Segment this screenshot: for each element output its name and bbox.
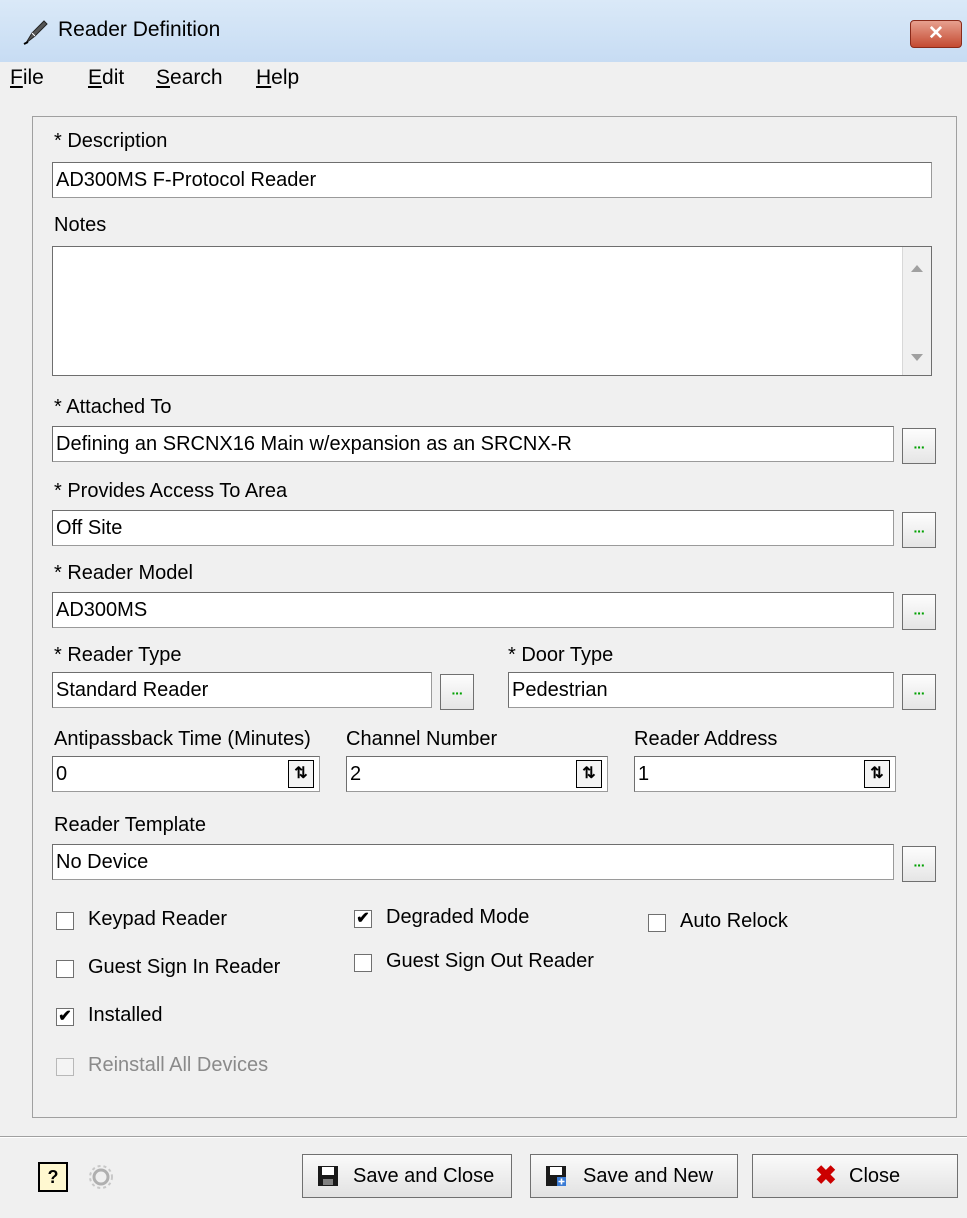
reader-model-browse-button[interactable]: ···	[902, 594, 936, 630]
description-label: * Description	[54, 130, 168, 152]
checkbox-label: Guest Sign In Reader	[88, 956, 281, 978]
reader-type-label: * Reader Type	[54, 644, 182, 666]
checkbox-label: Degraded Mode	[386, 906, 530, 928]
scroll-down-icon[interactable]	[911, 354, 923, 361]
antipassback-spinner[interactable]: ⇅	[288, 760, 314, 788]
reader-definition-window: Reader Definition ✕ File Edit Search Hel…	[0, 0, 967, 1218]
close-icon: ✕	[928, 23, 944, 44]
area-browse-button[interactable]: ···	[902, 512, 936, 548]
scroll-up-icon[interactable]	[911, 265, 923, 272]
area-input[interactable]: Off Site	[52, 510, 894, 546]
menu-file[interactable]: File	[10, 66, 44, 90]
reader-address-input[interactable]: 1	[634, 756, 896, 792]
gear-icon	[89, 1165, 113, 1189]
antipassback-input[interactable]: 0	[52, 756, 320, 792]
attached-to-input[interactable]: Defining an SRCNX16 Main w/expansion as …	[52, 426, 894, 462]
checkbox-box[interactable]	[56, 960, 74, 978]
door-type-input[interactable]: Pedestrian	[508, 672, 894, 708]
checkbox-label: Guest Sign Out Reader	[386, 950, 594, 972]
notes-label: Notes	[54, 214, 107, 236]
menu-help[interactable]: Help	[256, 66, 299, 90]
menu-bar: File Edit Search Help	[0, 62, 967, 100]
checkbox-box[interactable]: ✔	[354, 910, 372, 928]
notes-textarea[interactable]	[52, 246, 932, 376]
save-and-close-label: Save and Close	[353, 1165, 495, 1187]
door-type-label: * Door Type	[508, 644, 614, 666]
channel-number-label: Channel Number	[346, 728, 498, 750]
help-button[interactable]: ?	[38, 1162, 68, 1192]
reader-address-label: Reader Address	[634, 728, 778, 750]
quill-pen-icon	[23, 20, 48, 45]
title-bar: Reader Definition ✕	[0, 0, 967, 62]
checkbox-box[interactable]	[354, 954, 372, 972]
footer-divider	[0, 1136, 967, 1138]
reader-template-input[interactable]: No Device	[52, 844, 894, 880]
checkbox-box	[56, 1058, 74, 1076]
channel-number-input[interactable]: 2	[346, 756, 608, 792]
reader-address-spinner[interactable]: ⇅	[864, 760, 890, 788]
save-and-new-button[interactable]: Save and New	[530, 1154, 738, 1198]
menu-edit[interactable]: Edit	[88, 66, 124, 90]
checkbox-label: Installed	[88, 1004, 163, 1026]
reader-model-input[interactable]: AD300MS	[52, 592, 894, 628]
door-type-browse-button[interactable]: ···	[902, 674, 936, 710]
reader-type-browse-button[interactable]: ···	[440, 674, 474, 710]
reader-type-input[interactable]: Standard Reader	[52, 672, 432, 708]
channel-number-spinner[interactable]: ⇅	[576, 760, 602, 788]
attached-to-label: * Attached To	[54, 396, 172, 418]
close-button[interactable]: ✖ Close	[752, 1154, 958, 1198]
spin-arrows-icon: ⇅	[294, 765, 308, 782]
reader-template-label: Reader Template	[54, 814, 206, 836]
checkbox-box[interactable]	[56, 912, 74, 930]
close-label: Close	[849, 1165, 901, 1187]
menu-search[interactable]: Search	[156, 66, 223, 90]
checkbox-box[interactable]: ✔	[56, 1008, 74, 1026]
attached-to-browse-button[interactable]: ···	[902, 428, 936, 464]
area-label: * Provides Access To Area	[54, 480, 288, 502]
reader-model-label: * Reader Model	[54, 562, 193, 584]
notes-scrollbar[interactable]	[902, 247, 931, 375]
window-title: Reader Definition	[58, 18, 221, 41]
spin-arrows-icon: ⇅	[582, 765, 596, 782]
red-x-icon: ✖	[815, 1160, 837, 1190]
floppy-disk-icon	[318, 1166, 338, 1186]
antipassback-label: Antipassback Time (Minutes)	[54, 728, 311, 750]
checkbox-box[interactable]	[648, 914, 666, 932]
checkbox-label: Reinstall All Devices	[88, 1054, 269, 1076]
checkbox-label: Auto Relock	[680, 910, 788, 932]
spin-arrows-icon: ⇅	[870, 765, 884, 782]
save-and-close-button[interactable]: Save and Close	[302, 1154, 512, 1198]
reader-template-browse-button[interactable]: ···	[902, 846, 936, 882]
floppy-disk-new-icon	[546, 1166, 566, 1186]
save-and-new-label: Save and New	[583, 1165, 714, 1187]
help-icon: ?	[47, 1167, 59, 1187]
checkbox-label: Keypad Reader	[88, 908, 227, 930]
settings-button	[86, 1162, 116, 1192]
window-close-button[interactable]: ✕	[910, 20, 962, 48]
description-input[interactable]: AD300MS F-Protocol Reader	[52, 162, 932, 198]
